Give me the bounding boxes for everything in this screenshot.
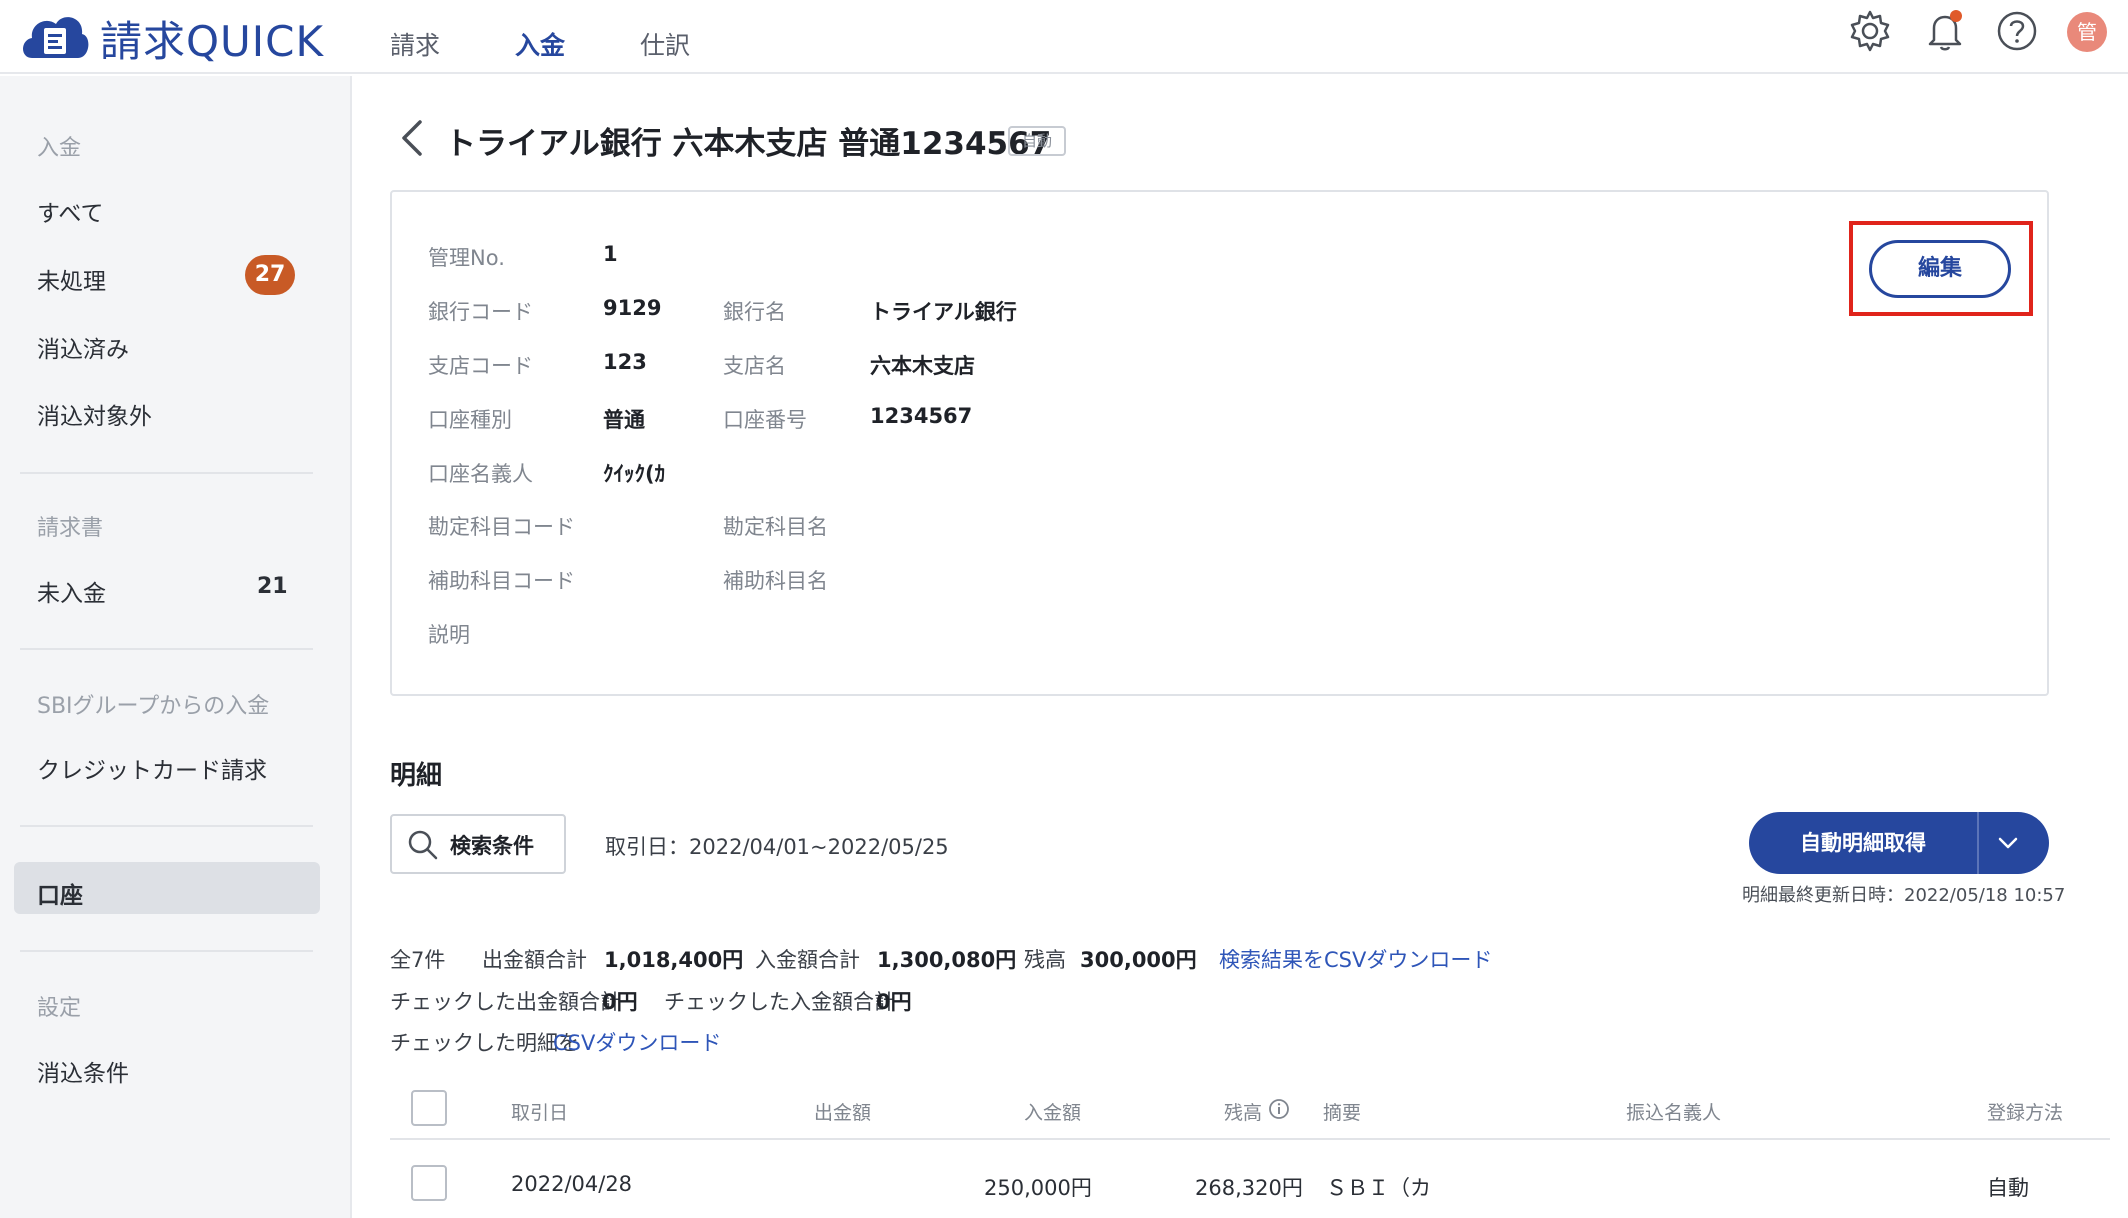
search-icon xyxy=(408,830,438,860)
sidebar-heading-settings: 設定 xyxy=(37,996,82,1021)
mgmt-no-value: 1 xyxy=(603,242,618,266)
back-arrow-icon[interactable] xyxy=(398,118,426,158)
chevron-down-icon[interactable] xyxy=(1995,830,2021,856)
csv-download-all-link[interactable]: 検索結果をCSVダウンロード xyxy=(1219,944,1492,974)
sidebar-item-account[interactable]: 口座 xyxy=(37,876,83,910)
col-date[interactable]: 取引日 xyxy=(511,1098,568,1125)
checked-in-label: チェックした入金額合計 xyxy=(664,990,895,1014)
sub-code-label: 補助科目コード xyxy=(428,569,575,593)
subject-name-label: 勘定科目名 xyxy=(723,515,828,539)
branch-code-label: 支店コード xyxy=(428,354,533,378)
branch-name-label: 支店名 xyxy=(723,354,786,378)
col-summary[interactable]: 摘要 xyxy=(1323,1098,1361,1125)
logo-icon xyxy=(23,17,89,58)
sidebar-divider xyxy=(20,648,313,650)
tab-billing[interactable]: 請求 xyxy=(390,26,440,62)
sidebar-divider xyxy=(20,472,313,474)
row-date: 2022/04/28 xyxy=(511,1172,633,1196)
in-total-label: 入金額合計 xyxy=(755,948,860,972)
account-number-label: 口座番号 xyxy=(723,408,807,432)
gear-icon[interactable] xyxy=(1845,6,1895,56)
auto-fetch-label[interactable]: 自動明細取得 xyxy=(1749,812,1977,874)
unpaid-count: 21 xyxy=(257,574,288,599)
tab-payments[interactable]: 入金 xyxy=(515,26,565,62)
details-title: 明細 xyxy=(390,761,443,791)
app-header: 請求QUICK 請求 入金 仕訳 管 xyxy=(0,0,2128,74)
checked-out-value: 0円 xyxy=(602,990,638,1014)
bank-name-value: トライアル銀行 xyxy=(870,300,1017,324)
bell-icon[interactable] xyxy=(1920,6,1970,56)
account-type-value: 普通 xyxy=(603,408,645,432)
row-checkbox[interactable] xyxy=(411,1165,447,1201)
branch-name-value: 六本木支店 xyxy=(870,354,975,378)
col-payer[interactable]: 振込名義人 xyxy=(1626,1098,1721,1125)
bank-code-value: 9129 xyxy=(603,296,662,320)
account-info-card xyxy=(390,190,2049,696)
sidebar-item-unprocessed[interactable]: 未処理 xyxy=(37,262,106,296)
balance-label: 残高 xyxy=(1024,948,1066,972)
col-withdrawal[interactable]: 出金額 xyxy=(814,1098,871,1125)
total-count: 全7件 xyxy=(390,948,446,972)
edit-button[interactable]: 編集 xyxy=(1869,240,2011,298)
sidebar-item-unpaid[interactable]: 未入金 xyxy=(37,574,106,608)
checked-out-label: チェックした出金額合計 xyxy=(390,990,621,1014)
auto-tag: 自動 xyxy=(1008,126,1066,156)
sidebar-divider xyxy=(20,950,313,952)
out-total-label: 出金額合計 xyxy=(482,948,587,972)
page-title: トライアル銀行 六本木支店 普通1234567 xyxy=(445,126,1052,162)
description-label: 説明 xyxy=(428,623,470,647)
in-total-value: 1,300,080円 xyxy=(877,948,1017,972)
sidebar-heading-payments: 入金 xyxy=(37,136,82,161)
col-method[interactable]: 登録方法 xyxy=(1987,1098,2063,1125)
row-summary: ＳＢＩ（カ xyxy=(1326,1176,1431,1200)
user-avatar[interactable]: 管 xyxy=(2067,12,2107,52)
mgmt-no-label: 管理No. xyxy=(428,246,505,270)
last-updated-text: 明細最終更新日時：2022/05/18 10:57 xyxy=(1742,885,2066,906)
auto-fetch-separator xyxy=(1977,812,1979,874)
subject-code-label: 勘定科目コード xyxy=(428,515,575,539)
unprocessed-count-badge: 27 xyxy=(245,255,295,295)
sidebar-heading-sbi: SBIグループからの入金 xyxy=(37,694,270,719)
col-balance[interactable]: 残高 xyxy=(1224,1098,1262,1125)
sidebar-heading-invoices: 請求書 xyxy=(37,516,104,541)
bank-name-label: 銀行名 xyxy=(723,300,786,324)
sidebar-item-reconcile-rules[interactable]: 消込条件 xyxy=(37,1054,129,1088)
tab-journal[interactable]: 仕訳 xyxy=(640,26,690,62)
row-balance: 268,320円 xyxy=(1195,1176,1303,1200)
account-holder-value: ｸｲｯｸ(ｶ xyxy=(603,462,666,486)
sidebar-item-all[interactable]: すべて xyxy=(37,194,103,228)
sidebar-item-reconciled[interactable]: 消込済み xyxy=(37,330,129,364)
out-total-value: 1,018,400円 xyxy=(604,948,744,972)
checked-csv-prefix: チェックした明細を xyxy=(390,1031,579,1055)
csv-download-checked-link[interactable]: CSVダウンロード xyxy=(553,1027,721,1057)
help-icon[interactable] xyxy=(1992,6,2042,56)
col-deposit[interactable]: 入金額 xyxy=(1024,1098,1081,1125)
date-range-text: 取引日：2022/04/01~2022/05/25 xyxy=(605,835,949,859)
select-all-checkbox[interactable] xyxy=(411,1090,447,1126)
sub-name-label: 補助科目名 xyxy=(723,569,828,593)
bank-code-label: 銀行コード xyxy=(428,300,533,324)
sidebar-divider xyxy=(20,825,313,827)
search-conditions-label[interactable]: 検索条件 xyxy=(450,830,534,860)
row-deposit: 250,000円 xyxy=(984,1176,1092,1200)
branch-code-value: 123 xyxy=(603,350,647,374)
sidebar xyxy=(0,76,352,1218)
account-number-value: 1234567 xyxy=(870,404,973,428)
row-method: 自動 xyxy=(1987,1176,2029,1200)
balance-value: 300,000円 xyxy=(1080,948,1197,972)
app-name: 請求QUICK xyxy=(100,17,325,66)
info-icon[interactable] xyxy=(1268,1098,1290,1120)
account-holder-label: 口座名義人 xyxy=(428,462,533,486)
sidebar-item-credit-card[interactable]: クレジットカード請求 xyxy=(37,751,267,785)
sidebar-item-excluded[interactable]: 消込対象外 xyxy=(37,397,152,431)
table-header-divider xyxy=(390,1138,2110,1140)
account-type-label: 口座種別 xyxy=(428,408,512,432)
checked-in-value: 0円 xyxy=(876,990,912,1014)
